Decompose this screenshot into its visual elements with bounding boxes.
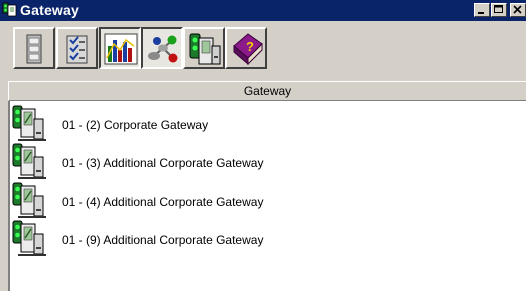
bar-chart-icon	[104, 33, 138, 65]
list-item[interactable]: 01 - (4) Additional Corporate Gateway	[12, 182, 512, 220]
window-title: Gateway	[20, 2, 79, 18]
help-button[interactable]: ?	[225, 27, 267, 69]
maximize-icon	[494, 5, 503, 13]
network-view-button[interactable]	[141, 27, 183, 69]
list-item[interactable]: 01 - (2) Corporate Gateway	[12, 105, 512, 143]
svg-text:?: ?	[246, 39, 254, 54]
close-button[interactable]	[510, 3, 526, 17]
gateway-icon	[12, 220, 46, 256]
help-book-icon: ?	[233, 33, 263, 66]
list-item-label: 01 - (3) Additional Corporate Gateway	[62, 156, 264, 170]
list-item-label: 01 - (9) Additional Corporate Gateway	[62, 233, 264, 247]
toolbar: ?	[0, 21, 526, 80]
list-item-label: 01 - (2) Corporate Gateway	[62, 118, 209, 132]
close-icon	[513, 5, 522, 14]
gateway-list[interactable]: 01 - (2) Corporate Gateway 01 - (3) Addi…	[8, 101, 526, 291]
title-bar[interactable]: Gateway	[0, 0, 526, 21]
checklist-button[interactable]	[56, 27, 98, 69]
checklist-icon	[66, 35, 88, 64]
chart-view-button[interactable]	[99, 27, 141, 69]
device-list-icon	[26, 34, 42, 64]
gateway-button[interactable]	[183, 27, 225, 69]
gateway-icon	[12, 182, 46, 218]
gateway-icon	[12, 143, 46, 179]
maximize-button[interactable]	[491, 3, 507, 17]
column-header-gateway[interactable]: Gateway	[8, 81, 526, 101]
list-item[interactable]: 01 - (3) Additional Corporate Gateway	[12, 143, 512, 181]
network-nodes-icon	[148, 35, 178, 63]
device-list-button[interactable]	[13, 27, 55, 69]
list-item-label: 01 - (4) Additional Corporate Gateway	[62, 195, 264, 209]
gateway-app-icon	[2, 2, 17, 17]
gateway-icon	[12, 105, 46, 141]
list-item[interactable]: 01 - (9) Additional Corporate Gateway	[12, 220, 512, 258]
minimize-icon	[478, 12, 484, 14]
gateway-device-icon	[189, 33, 221, 65]
minimize-button[interactable]	[474, 3, 490, 17]
